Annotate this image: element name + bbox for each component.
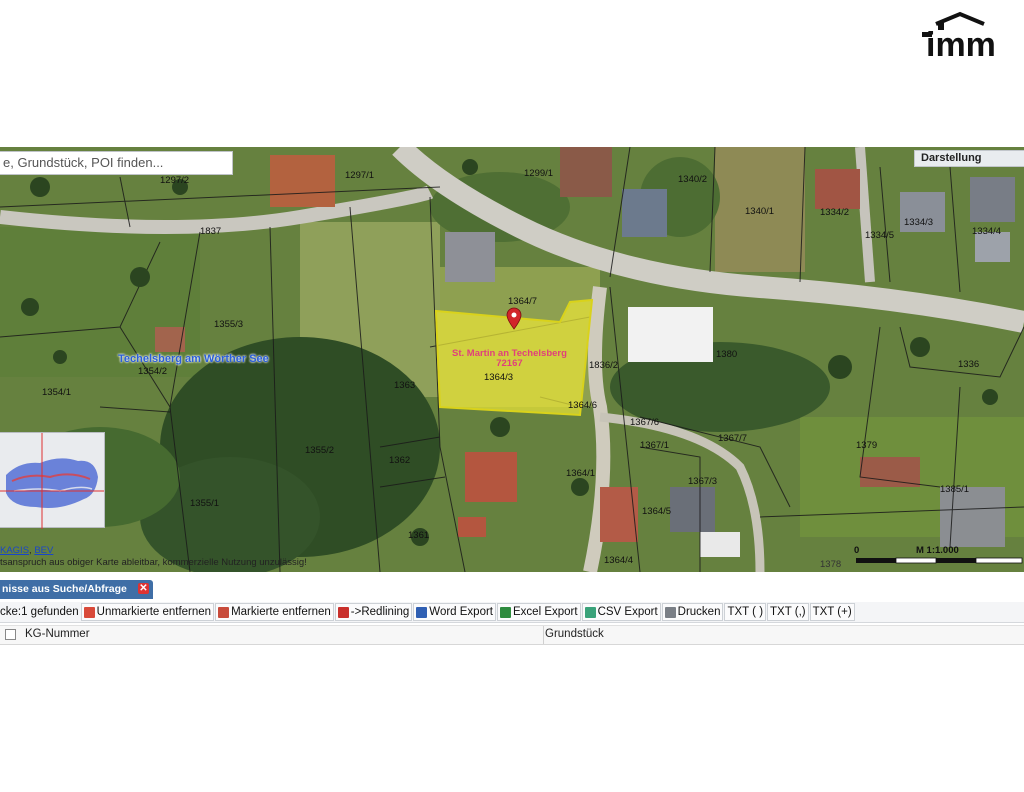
select-all-checkbox[interactable] (5, 629, 16, 640)
csv-export-button[interactable]: CSV Export (581, 603, 661, 621)
parcel-label: 1364/1 (566, 468, 596, 479)
parcel-label: 1362 (389, 455, 411, 466)
attribution-links: KAGIS, BEV (0, 545, 54, 556)
print-button[interactable]: Drucken (661, 603, 724, 621)
parcel-label: 1336 (958, 359, 980, 370)
results-tab[interactable]: nisse aus Suche/Abfrage ✕ (0, 580, 153, 599)
parcel-label: 1340/1 (745, 206, 775, 217)
overview-map[interactable] (0, 432, 105, 529)
parcel-label: 1334/3 (904, 217, 934, 228)
parcel-label: 1364/5 (642, 506, 672, 517)
button-label: TXT (+) (812, 606, 852, 618)
parcel-label: 1354/1 (42, 387, 72, 398)
parcel-label: 1837 (200, 226, 222, 237)
parcel-label: 1364/7 (508, 296, 538, 307)
parcel-label: 1340/2 (678, 174, 708, 185)
remove-marked-button[interactable]: Markierte entfernen (215, 603, 334, 621)
company-logo: imm (918, 8, 1024, 64)
button-label: ->Redlining (350, 606, 410, 618)
word-icon (416, 606, 428, 618)
excel-icon (500, 606, 511, 618)
results-toolbar: cke:1 gefunden Unmarkierte entfernen Mar… (0, 602, 1024, 623)
parcel-label: 1355/1 (190, 498, 220, 509)
redlining-icon (337, 606, 349, 618)
parcel-label: 1299/1 (524, 168, 554, 179)
parcel-label: 1355/2 (305, 445, 335, 456)
remove-unmarked-button[interactable]: Unmarkierte entfernen (80, 603, 215, 621)
txt-comma-button[interactable]: TXT (,) (767, 603, 809, 621)
button-label: TXT (,) (770, 606, 806, 618)
parcel-label: 1367/6 (630, 417, 660, 428)
parcel-label: 1364/6 (568, 400, 598, 411)
results-grid-header: KG-Nummer Grundstück (0, 625, 1024, 645)
close-icon[interactable]: ✕ (138, 583, 149, 594)
parcel-id-line: 72167 (496, 358, 523, 369)
svg-text:imm: imm (926, 26, 996, 64)
results-count: cke:1 gefunden (0, 606, 79, 618)
word-export-button[interactable]: Word Export (413, 603, 496, 621)
remove-marked-icon (218, 606, 230, 618)
parcel-label: 1355/3 (214, 319, 244, 330)
button-label: Excel Export (513, 606, 578, 618)
button-label: CSV Export (597, 606, 658, 618)
txt-plus-button[interactable]: TXT (+) (809, 603, 855, 621)
parcel-label: 1334/5 (865, 230, 895, 241)
parcel-label: 1367/3 (688, 476, 718, 487)
excel-export-button[interactable]: Excel Export (497, 603, 581, 621)
csv-icon (584, 606, 596, 618)
parcel-label: 1379 (856, 440, 878, 451)
parcel-label: 1297/1 (345, 170, 375, 181)
remove-unmarked-icon (83, 606, 95, 618)
parcel-label: 1836/2 (589, 360, 619, 371)
attribution-text: tsanspruch aus obiger Karte ableitbar, k… (0, 557, 307, 568)
parcel-label: 1367/1 (640, 440, 670, 451)
parcel-label: 1367/7 (718, 433, 748, 444)
bev-link[interactable]: BEV (34, 545, 53, 556)
column-divider[interactable] (543, 626, 544, 644)
button-label: Word Export (429, 606, 493, 618)
parcel-label: 1297/2 (160, 175, 190, 186)
redlining-button[interactable]: ->Redlining (334, 603, 413, 621)
kagis-link[interactable]: KAGIS (0, 545, 29, 556)
column-header-kg-nummer[interactable]: KG-Nummer (25, 628, 90, 640)
column-header-grundstueck[interactable]: Grundstück (545, 628, 604, 640)
highlighted-parcel-label: St. Martin an Techelsberg 72167 (452, 349, 567, 369)
txt-space-button[interactable]: TXT ( ) (724, 603, 767, 621)
map-attribution: KAGIS, BEV tsanspruch aus obiger Karte a… (0, 545, 1024, 571)
darstellung-panel-header[interactable]: Darstellung (914, 150, 1024, 167)
place-name-label: Techelsberg am Wörther See (118, 353, 269, 365)
parcel-label: 1385/1 (940, 484, 970, 495)
button-label: TXT ( ) (727, 606, 764, 618)
map-view[interactable]: 1297/2 1297/1 1299/1 1340/2 1340/1 1334/… (0, 147, 1024, 572)
parcel-label: 1361 (408, 530, 430, 541)
parcel-label: 1380 (716, 349, 738, 360)
parcel-label: 1334/4 (972, 226, 1002, 237)
button-label: Drucken (677, 606, 721, 618)
parcel-label: 1354/2 (138, 366, 168, 377)
results-tab-label: nisse aus Suche/Abfrage (2, 583, 127, 595)
print-icon (664, 606, 676, 618)
parcel-label: 1334/2 (820, 207, 850, 218)
parcel-label: 1363 (394, 380, 416, 391)
button-label: Markierte entfernen (231, 606, 331, 618)
button-label: Unmarkierte entfernen (96, 606, 212, 618)
parcel-label: 1364/3 (484, 372, 514, 383)
search-input[interactable]: e, Grundstück, POI finden... (0, 151, 233, 175)
